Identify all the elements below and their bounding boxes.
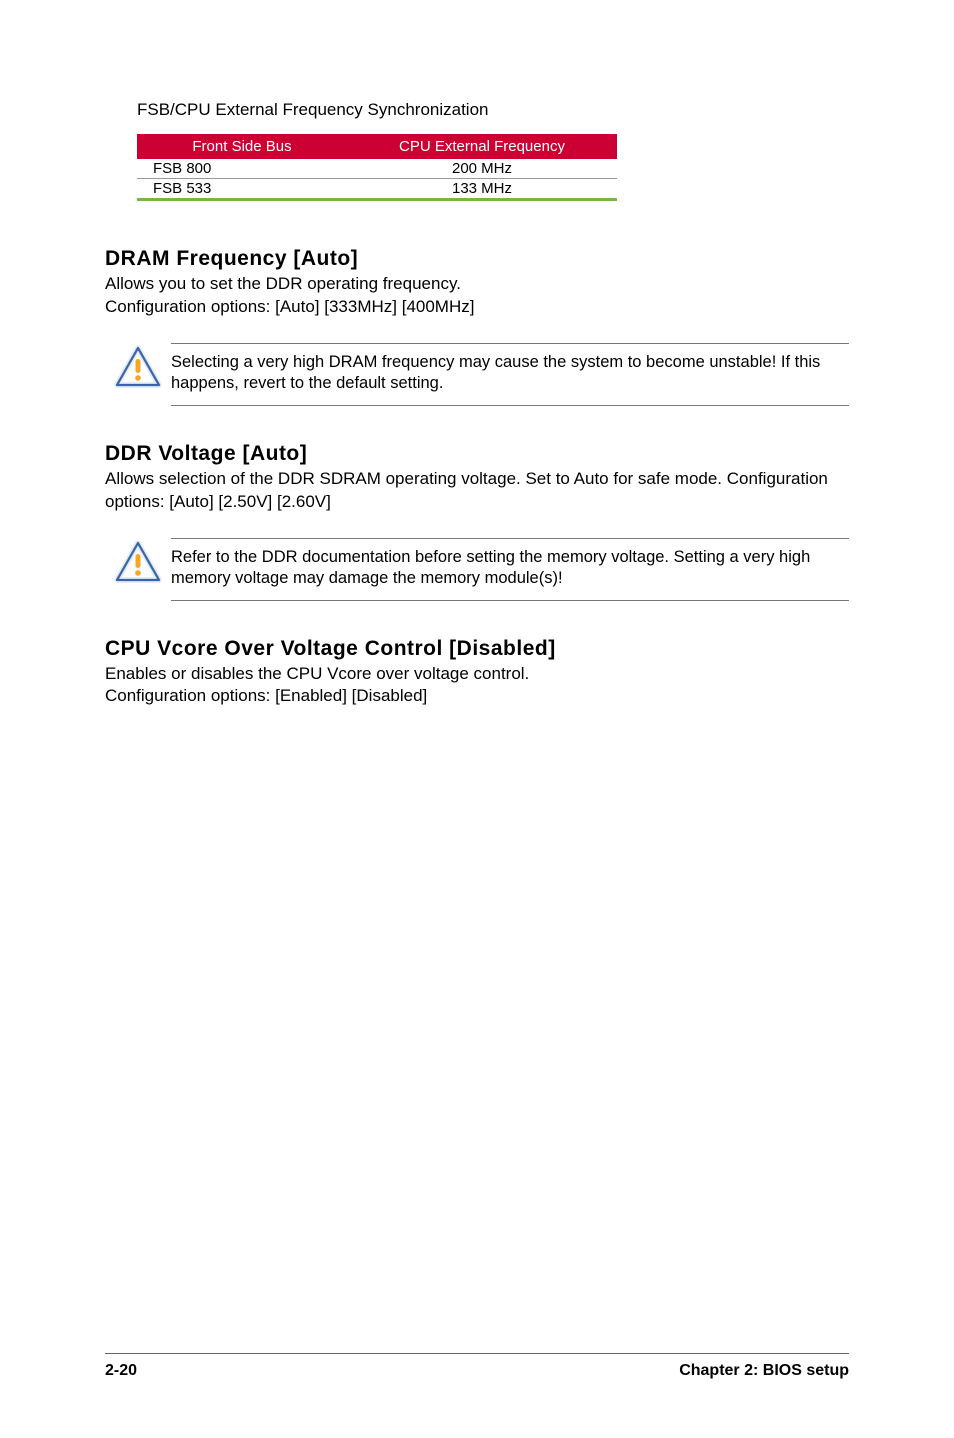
table-header-row: Front Side Bus CPU External Frequency [137, 134, 617, 159]
table-row: FSB 800 200 MHz [137, 159, 617, 179]
table-row: FSB 533 133 MHz [137, 179, 617, 200]
cpu-vcore-heading: CPU Vcore Over Voltage Control [Disabled… [105, 637, 849, 661]
ddr-voltage-body: Allows selection of the DDR SDRAM operat… [105, 468, 849, 514]
chapter-label: Chapter 2: BIOS setup [679, 1362, 849, 1380]
cpu-vcore-body: Enables or disables the CPU Vcore over v… [105, 663, 849, 709]
ddr-voltage-heading: DDR Voltage [Auto] [105, 442, 849, 466]
caution-triangle-icon [105, 538, 171, 584]
page-footer: 2-20 Chapter 2: BIOS setup [105, 1353, 849, 1380]
dram-frequency-heading: DRAM Frequency [Auto] [105, 247, 849, 271]
page-number: 2-20 [105, 1362, 137, 1380]
fsb-sync-table: Front Side Bus CPU External Frequency FS… [137, 134, 617, 201]
note-text: Refer to the DDR documentation before se… [171, 538, 849, 601]
dram-frequency-body: Allows you to set the DDR operating freq… [105, 273, 849, 319]
table-cell: 133 MHz [347, 179, 617, 200]
fsb-sync-label: FSB/CPU External Frequency Synchronizati… [137, 100, 849, 120]
note-block: Refer to the DDR documentation before se… [105, 538, 849, 601]
note-text: Selecting a very high DRAM frequency may… [171, 343, 849, 406]
note-block: Selecting a very high DRAM frequency may… [105, 343, 849, 406]
table-cell: FSB 800 [137, 159, 347, 179]
table-header-cpu: CPU External Frequency [347, 134, 617, 159]
table-header-fsb: Front Side Bus [137, 134, 347, 159]
table-cell: FSB 533 [137, 179, 347, 200]
table-cell: 200 MHz [347, 159, 617, 179]
caution-triangle-icon [105, 343, 171, 389]
